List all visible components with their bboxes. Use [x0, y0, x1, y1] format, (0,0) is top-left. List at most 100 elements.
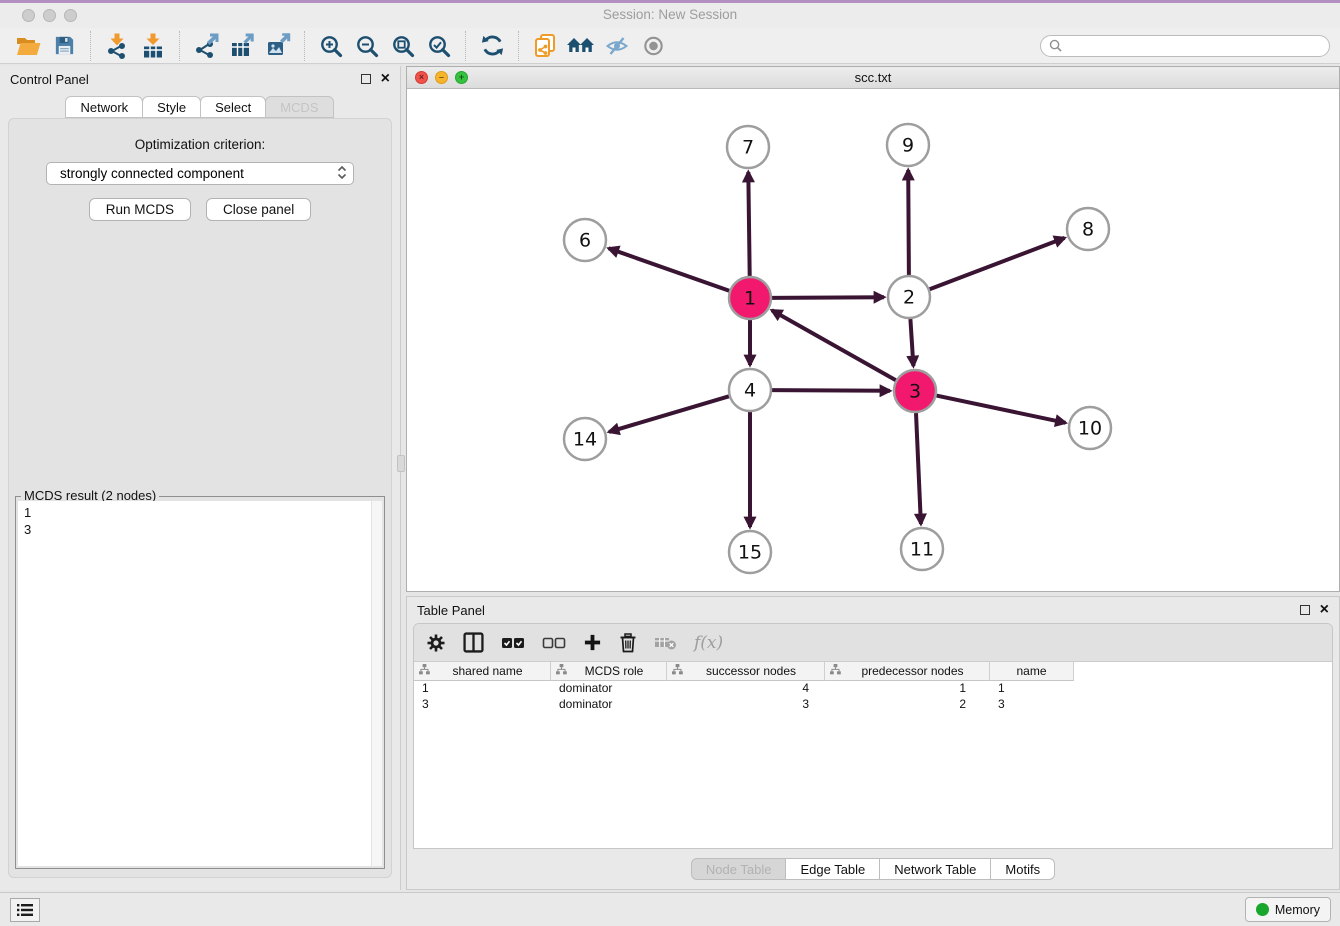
- graph-edge-3-1[interactable]: [772, 310, 896, 380]
- table-cell[interactable]: 2: [825, 697, 990, 713]
- table-cell[interactable]: 4: [667, 681, 825, 697]
- graph-node-6[interactable]: 6: [564, 219, 606, 261]
- svg-text:7: 7: [742, 137, 754, 159]
- mcds-result-box: MCDS result (2 nodes) 1 3: [15, 496, 385, 869]
- column-header-name[interactable]: name: [990, 662, 1074, 681]
- graph-edge-1-6[interactable]: [609, 248, 730, 290]
- table-options-icon[interactable]: [426, 633, 446, 653]
- tab-mcds[interactable]: MCDS: [265, 96, 333, 118]
- show-all-icon[interactable]: [635, 30, 671, 62]
- graph-edge-2-9[interactable]: [908, 170, 909, 275]
- column-sort-icon[interactable]: [556, 664, 567, 678]
- graph-node-1[interactable]: 1: [729, 277, 771, 319]
- graph-edge-3-10[interactable]: [937, 396, 1066, 423]
- fit-content-icon[interactable]: [385, 30, 421, 62]
- graph-edge-4-3[interactable]: [772, 390, 890, 391]
- delete-column-icon[interactable]: [619, 633, 637, 653]
- zoom-out-icon[interactable]: [349, 30, 385, 62]
- tab-style[interactable]: Style: [142, 96, 201, 118]
- zoom-selected-icon[interactable]: [421, 30, 457, 62]
- task-history-button[interactable]: [10, 898, 40, 922]
- criterion-dropdown[interactable]: strongly connected component: [46, 162, 354, 185]
- result-scrollbar[interactable]: [371, 501, 382, 866]
- memory-button[interactable]: Memory: [1245, 897, 1331, 922]
- float-panel-icon[interactable]: [361, 74, 371, 84]
- hide-selected-icon[interactable]: [599, 30, 635, 62]
- tab-network[interactable]: Network: [65, 96, 143, 118]
- export-table-icon[interactable]: [224, 30, 260, 62]
- select-all-columns-icon[interactable]: [501, 636, 525, 650]
- table-row[interactable]: 3dominator323: [414, 697, 1332, 713]
- column-header-MCDS-role[interactable]: MCDS role: [551, 662, 667, 681]
- table-panel-title: Table Panel: [417, 603, 485, 618]
- network-window-titlebar[interactable]: × – + scc.txt: [407, 67, 1339, 89]
- status-bar: Memory: [0, 892, 1340, 926]
- graph-edge-2-3[interactable]: [910, 319, 913, 366]
- delete-table-icon[interactable]: [654, 635, 677, 651]
- export-image-icon[interactable]: [260, 30, 296, 62]
- clone-network-icon[interactable]: [527, 30, 563, 62]
- graph-node-10[interactable]: 10: [1069, 407, 1111, 449]
- graph-edge-4-14[interactable]: [609, 396, 729, 432]
- save-session-icon[interactable]: [46, 30, 82, 62]
- search-box[interactable]: [1040, 35, 1330, 57]
- titlebar: Session: New Session: [0, 3, 1340, 28]
- table-header-row: shared name MCDS role successor nodes pr…: [414, 662, 1332, 681]
- add-column-icon[interactable]: [583, 633, 602, 652]
- graph-node-7[interactable]: 7: [727, 126, 769, 168]
- refresh-icon[interactable]: [474, 30, 510, 62]
- graph-edge-2-8[interactable]: [930, 238, 1065, 289]
- close-panel-icon[interactable]: ×: [381, 74, 390, 84]
- table-cell[interactable]: 1: [414, 681, 551, 697]
- graph-node-9[interactable]: 9: [887, 124, 929, 166]
- export-network-icon[interactable]: [188, 30, 224, 62]
- graph-edge-3-11[interactable]: [916, 413, 921, 524]
- float-table-panel-icon[interactable]: [1300, 605, 1310, 615]
- tab-select[interactable]: Select: [200, 96, 266, 118]
- import-network-icon[interactable]: [99, 30, 135, 62]
- table-cell[interactable]: 1: [825, 681, 990, 697]
- network-graph: 1 2 3 4 6 7 8 9 10 11 14 15: [407, 89, 1339, 592]
- graph-node-11[interactable]: 11: [901, 528, 943, 570]
- column-sort-icon[interactable]: [830, 664, 841, 678]
- tab-edge-table[interactable]: Edge Table: [785, 858, 880, 880]
- table-toolbar: f(x): [414, 624, 1332, 662]
- unselect-all-columns-icon[interactable]: [542, 636, 566, 650]
- graph-node-8[interactable]: 8: [1067, 208, 1109, 250]
- graph-node-14[interactable]: 14: [564, 418, 606, 460]
- graph-edge-1-2[interactable]: [772, 297, 884, 298]
- table-cell[interactable]: 1: [990, 681, 1074, 697]
- mcds-result-area[interactable]: 1 3: [18, 501, 382, 866]
- close-panel-button[interactable]: Close panel: [206, 198, 311, 221]
- table-row[interactable]: 1dominator411: [414, 681, 1332, 697]
- graph-node-2[interactable]: 2: [888, 276, 930, 318]
- panel-splitter-handle[interactable]: [397, 455, 405, 472]
- table-cell[interactable]: 3: [414, 697, 551, 713]
- column-sort-icon[interactable]: [672, 664, 683, 678]
- column-sort-icon[interactable]: [419, 664, 430, 678]
- close-table-panel-icon[interactable]: ×: [1320, 605, 1329, 615]
- table-cell[interactable]: dominator: [551, 697, 667, 713]
- column-header-successor-nodes[interactable]: successor nodes: [667, 662, 825, 681]
- table-cell[interactable]: 3: [990, 697, 1074, 713]
- graph-node-4[interactable]: 4: [729, 369, 771, 411]
- graph-node-15[interactable]: 15: [729, 531, 771, 573]
- tab-motifs[interactable]: Motifs: [990, 858, 1055, 880]
- tab-network-table[interactable]: Network Table: [879, 858, 991, 880]
- network-canvas[interactable]: 1 2 3 4 6 7 8 9 10 11 14 15: [407, 89, 1339, 591]
- graph-node-3[interactable]: 3: [894, 370, 936, 412]
- table-cell[interactable]: dominator: [551, 681, 667, 697]
- run-mcds-button[interactable]: Run MCDS: [89, 198, 191, 221]
- tab-node-table[interactable]: Node Table: [691, 858, 787, 880]
- zoom-in-icon[interactable]: [313, 30, 349, 62]
- import-table-icon[interactable]: [135, 30, 171, 62]
- column-header-shared-name[interactable]: shared name: [414, 662, 551, 681]
- column-header-predecessor-nodes[interactable]: predecessor nodes: [825, 662, 990, 681]
- table-cell[interactable]: 3: [667, 697, 825, 713]
- first-neighbors-icon[interactable]: [563, 30, 599, 62]
- search-input[interactable]: [1067, 38, 1321, 53]
- function-builder-icon[interactable]: f(x): [694, 633, 723, 653]
- column-selector-icon[interactable]: [463, 632, 484, 653]
- graph-edge-1-7[interactable]: [748, 172, 749, 276]
- open-session-icon[interactable]: [10, 30, 46, 62]
